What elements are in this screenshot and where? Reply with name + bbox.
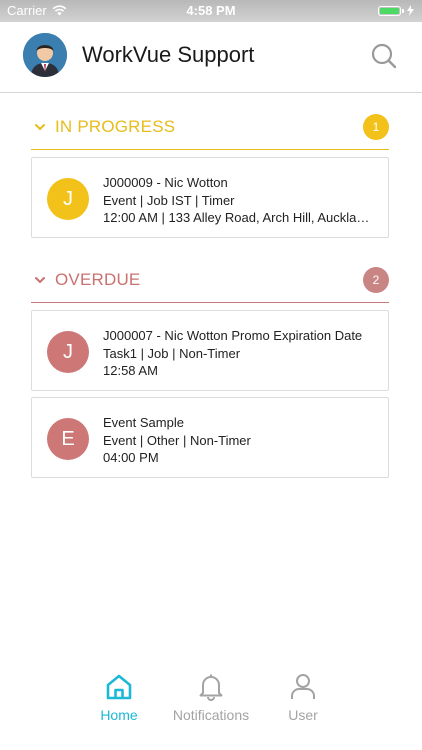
user-icon: [291, 674, 315, 699]
task-card[interactable]: J J000009 - Nic Wotton Event | Job IST |…: [31, 157, 389, 238]
search-button[interactable]: [370, 42, 398, 70]
battery-indicator: [378, 5, 414, 16]
tab-bar: Home Notifications User: [0, 670, 422, 750]
section-overdue: OVERDUE 2 J J000007 - Nic Wotton Promo E…: [31, 258, 389, 478]
section-in-progress: IN PROGRESS 1 J J000009 - Nic Wotton Eve…: [31, 105, 389, 238]
task-initial-avatar: J: [47, 178, 89, 220]
task-content: IN PROGRESS 1 J J000009 - Nic Wotton Eve…: [31, 105, 389, 484]
app-title: WorkVue Support: [82, 42, 255, 67]
tab-user[interactable]: User: [253, 672, 353, 723]
task-list: J J000007 - Nic Wotton Promo Expiration …: [31, 303, 389, 478]
task-type: Event | Job IST | Timer: [103, 192, 235, 208]
user-avatar-icon: [23, 33, 67, 77]
status-bar: Carrier 4:58 PM: [0, 0, 422, 22]
bell-icon: [199, 674, 223, 701]
search-icon: [371, 43, 397, 69]
task-initial-avatar: E: [47, 418, 89, 460]
charging-icon: [407, 5, 414, 16]
task-title: Event Sample: [103, 415, 184, 430]
battery-icon: [378, 5, 401, 16]
section-title: OVERDUE: [55, 270, 141, 289]
count-badge: 2: [363, 267, 389, 293]
task-list: J J000009 - Nic Wotton Event | Job IST |…: [31, 150, 389, 238]
avatar[interactable]: [23, 33, 67, 77]
task-time-location: 12:00 AM | 133 Alley Road, Arch Hill, Au…: [103, 210, 376, 225]
count-badge: 1: [363, 114, 389, 140]
home-icon: [106, 674, 132, 700]
task-initial-avatar: J: [47, 331, 89, 373]
status-time: 4:58 PM: [186, 3, 236, 18]
task-title: J000009 - Nic Wotton: [103, 175, 228, 190]
chevron-down-icon: [35, 277, 45, 284]
task-type: Event | Other | Non-Timer: [103, 432, 251, 448]
task-type: Task1 | Job | Non-Timer: [103, 345, 241, 361]
task-time: 04:00 PM: [103, 450, 159, 465]
tab-label: User: [288, 707, 318, 723]
task-card[interactable]: E Event Sample Event | Other | Non-Timer…: [31, 397, 389, 478]
task-time: 12:58 AM: [103, 363, 158, 378]
chevron-down-icon: [35, 124, 45, 131]
app-header: WorkVue Support: [0, 22, 422, 93]
tab-notifications[interactable]: Notifications: [161, 672, 261, 723]
tab-home[interactable]: Home: [69, 672, 169, 723]
tab-label: Home: [100, 707, 138, 723]
task-card[interactable]: J J000007 - Nic Wotton Promo Expiration …: [31, 310, 389, 391]
section-title: IN PROGRESS: [55, 117, 176, 136]
task-title: J000007 - Nic Wotton Promo Expiration Da…: [103, 328, 363, 343]
tab-label: Notifications: [172, 707, 250, 723]
section-header-overdue[interactable]: OVERDUE 2: [31, 258, 389, 303]
section-header-in-progress[interactable]: IN PROGRESS 1: [31, 105, 389, 150]
